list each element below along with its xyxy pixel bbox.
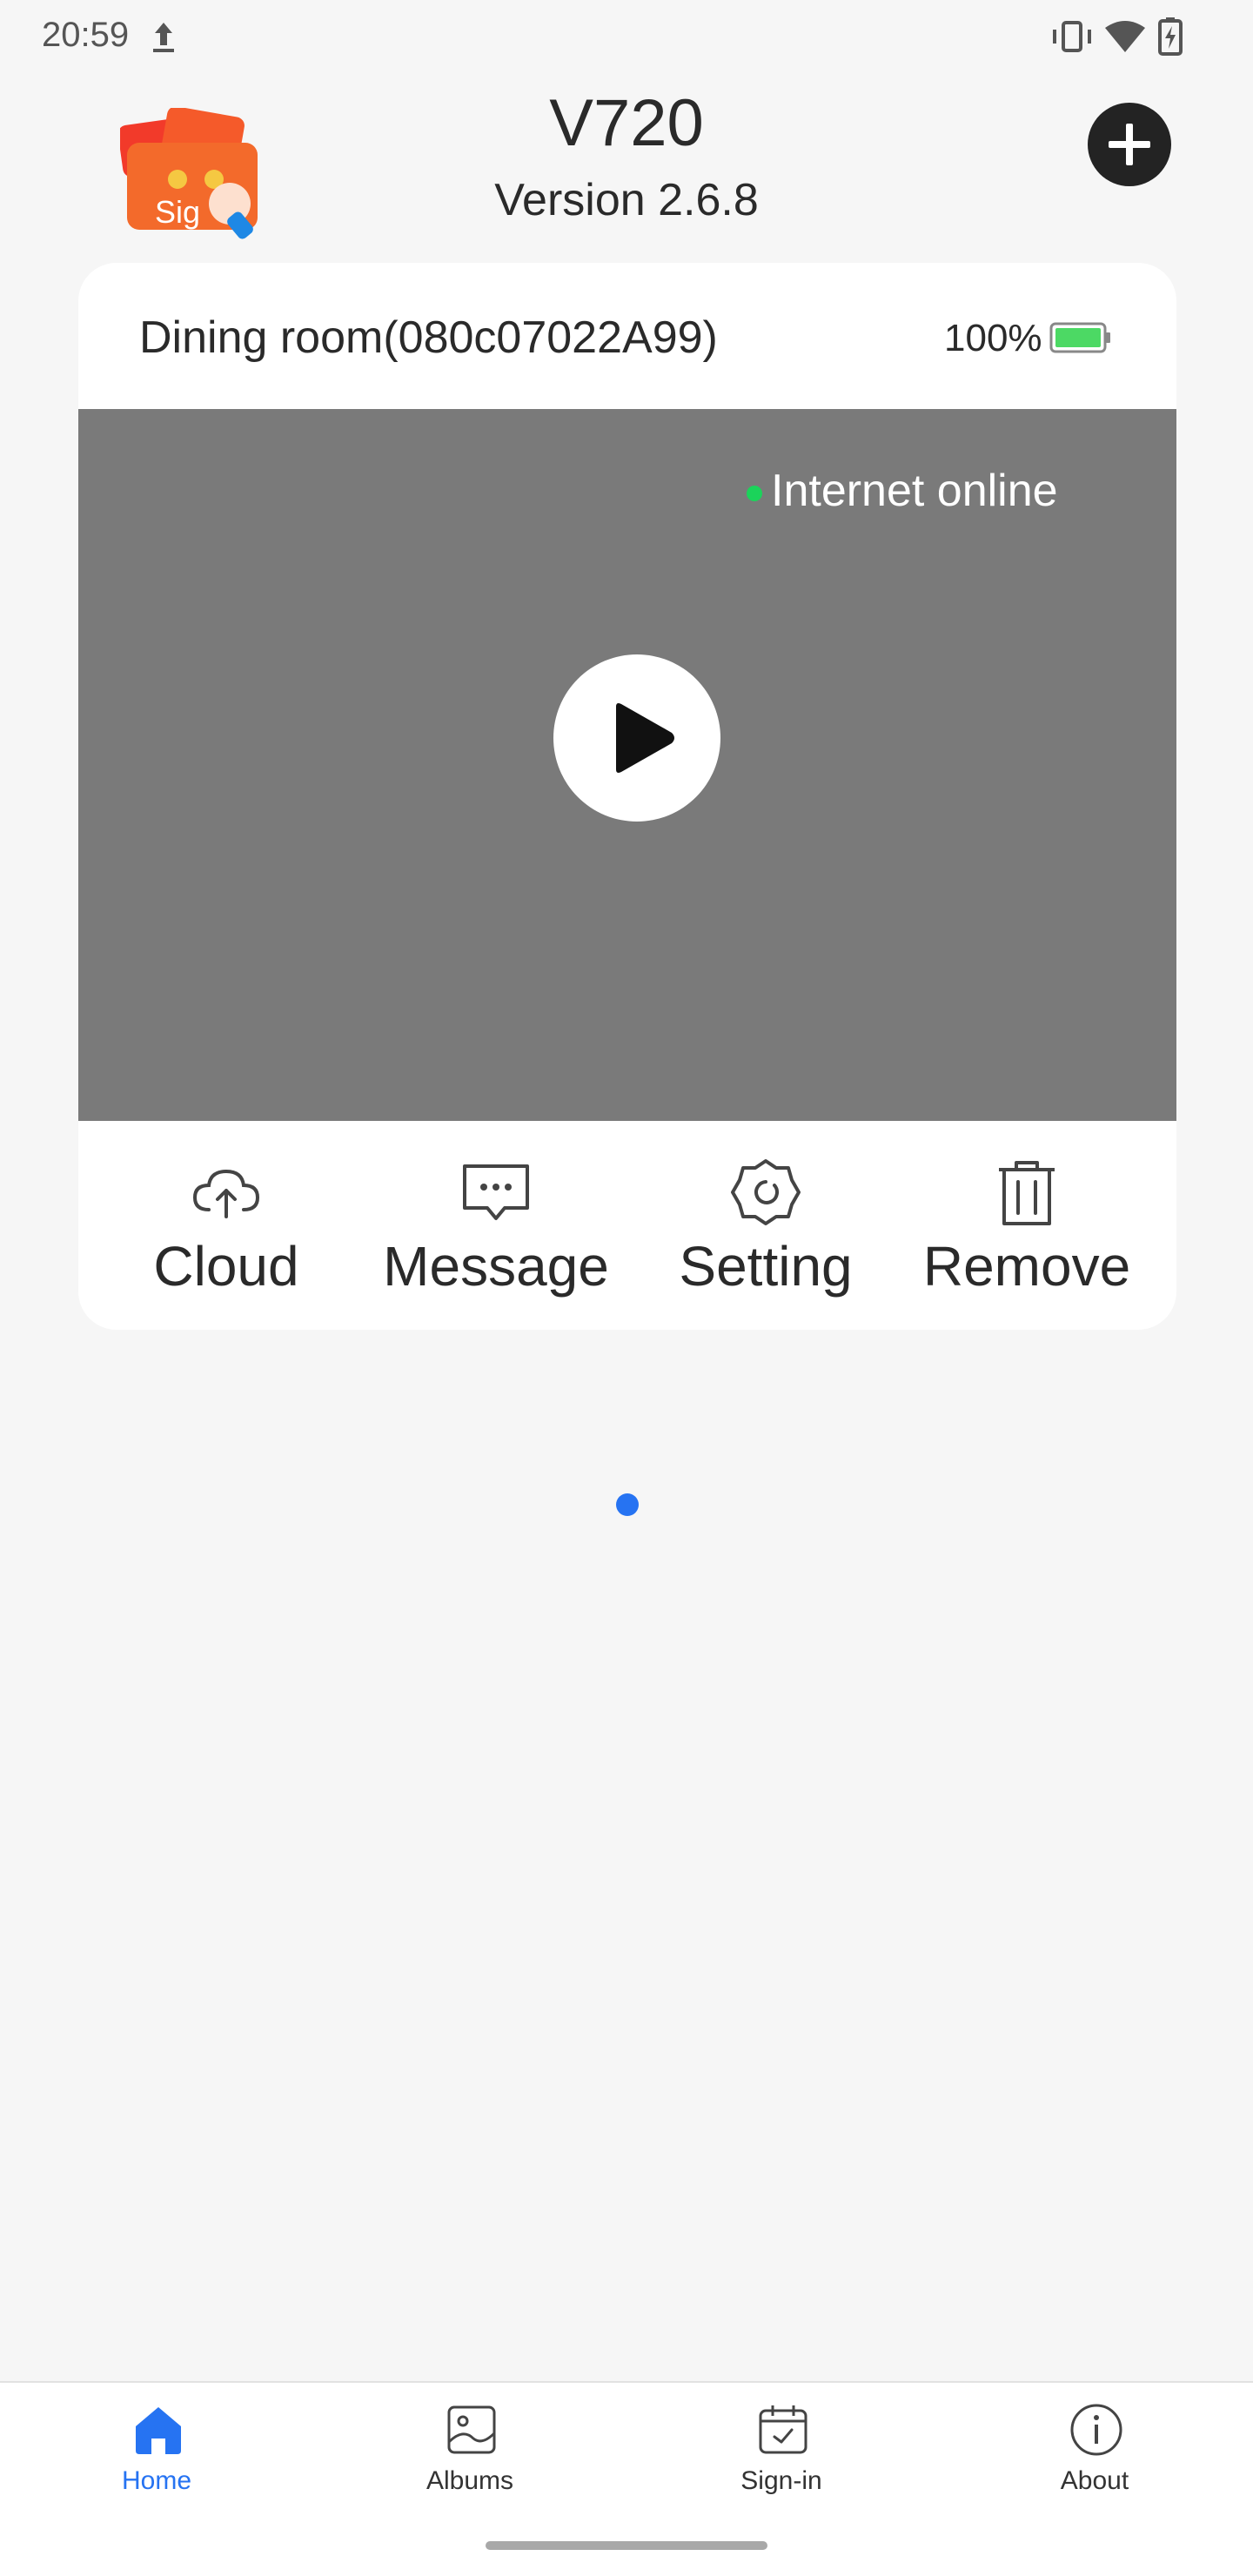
status-time: 20:59 — [42, 16, 130, 54]
device-card: Dining room(080c07022A99) 100% Internet … — [78, 263, 1176, 1330]
upload-icon — [153, 23, 174, 52]
nav-home-label: Home — [121, 2466, 192, 2495]
home-icon — [136, 2407, 181, 2454]
cloud-upload-icon — [192, 1169, 260, 1218]
nav-about[interactable]: About — [938, 2383, 1251, 2522]
message-label: Message — [383, 1235, 609, 1298]
remove-label: Remove — [922, 1235, 1131, 1298]
cloud-button[interactable]: Cloud — [122, 1121, 331, 1330]
nav-about-label: About — [1060, 2466, 1129, 2495]
nav-albums[interactable]: Albums — [313, 2383, 626, 2522]
battery-percentage: 100% — [944, 317, 1042, 359]
message-button[interactable]: Message — [357, 1121, 635, 1330]
nav-sign-in[interactable]: Sign-in — [625, 2383, 938, 2522]
device-action-bar: Cloud Message Setting Remove — [78, 1121, 1176, 1330]
battery-charging-icon — [1158, 17, 1183, 56]
trash-icon — [999, 1161, 1055, 1225]
online-status-dot — [747, 486, 762, 501]
cloud-label: Cloud — [153, 1235, 299, 1298]
albums-icon — [447, 2405, 496, 2454]
app-version: Version 2.6.8 — [494, 175, 759, 225]
nav-home[interactable]: Home — [0, 2383, 313, 2522]
device-name: Dining room(080c07022A99) — [139, 312, 718, 363]
setting-label: Setting — [679, 1235, 853, 1298]
page-indicator-dot — [616, 1493, 639, 1516]
video-preview[interactable]: Internet online — [78, 409, 1176, 1121]
nav-albums-label: Albums — [425, 2466, 514, 2495]
battery-icon — [1049, 322, 1110, 353]
vibrate-icon — [1053, 21, 1091, 52]
wifi-icon — [1105, 21, 1145, 52]
plus-icon — [1109, 124, 1150, 165]
app-title: V720 — [549, 86, 704, 160]
play-icon — [616, 703, 674, 773]
home-indicator[interactable] — [486, 2541, 767, 2550]
header: Sig V720 Version 2.6.8 — [0, 73, 1253, 256]
setting-button[interactable]: Setting — [635, 1121, 896, 1330]
gear-icon — [731, 1159, 801, 1225]
play-button[interactable] — [553, 654, 720, 822]
remove-button[interactable]: Remove — [896, 1121, 1157, 1330]
nav-sign-in-label: Sign-in — [740, 2466, 822, 2495]
calendar-check-icon — [759, 2405, 807, 2454]
message-icon — [463, 1164, 529, 1220]
status-bar: 20:59 — [0, 0, 1253, 73]
add-device-button[interactable] — [1088, 103, 1171, 186]
info-icon — [1070, 2404, 1122, 2456]
online-status-text: Internet online — [771, 466, 1058, 516]
